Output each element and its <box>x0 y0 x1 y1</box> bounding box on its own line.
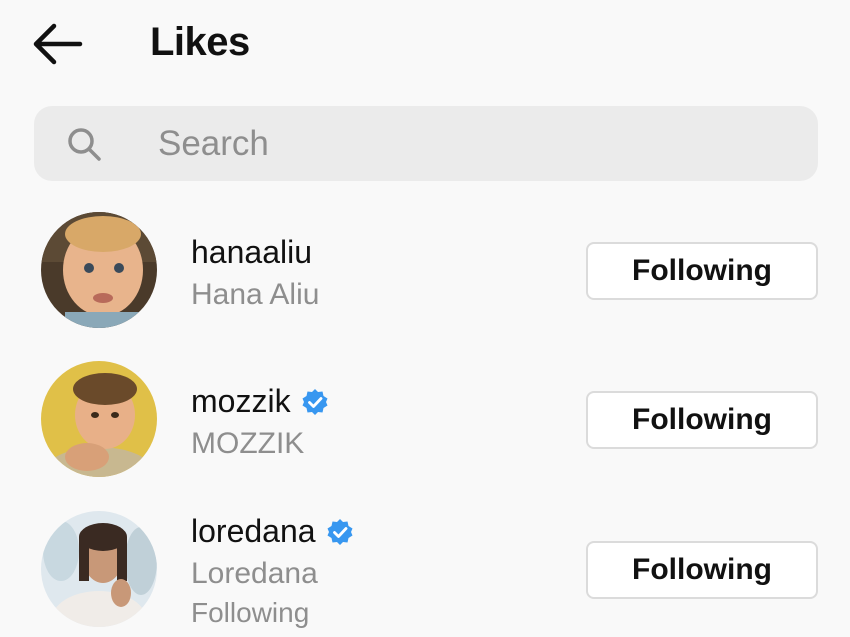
username[interactable]: loredana <box>191 513 354 550</box>
avatar-image <box>41 361 157 477</box>
search-icon <box>68 128 101 161</box>
full-name: Hana Aliu <box>191 278 320 311</box>
username-text[interactable]: hanaaliu <box>191 234 312 271</box>
username-text[interactable]: loredana <box>191 513 316 550</box>
username[interactable]: hanaaliu <box>191 234 312 271</box>
full-name: MOZZIK <box>191 427 305 460</box>
list-item[interactable]: mozzik MOZZIK Following <box>0 345 850 495</box>
full-name: Loredana <box>191 557 318 590</box>
search-bar[interactable] <box>34 106 818 181</box>
username[interactable]: mozzik <box>191 383 329 420</box>
following-button[interactable]: Following <box>586 391 818 449</box>
verified-badge-icon <box>327 518 353 545</box>
following-button[interactable]: Following <box>586 541 818 599</box>
page-title: Likes <box>150 20 250 64</box>
avatar[interactable] <box>41 361 157 477</box>
header: Likes <box>0 0 850 95</box>
likes-screen: Likes hanaaliu Hana Aliu Following <box>0 0 850 637</box>
mutual-following-label: Following <box>191 597 310 628</box>
verified-badge-icon <box>302 388 328 415</box>
search-input[interactable] <box>158 106 778 181</box>
back-button[interactable] <box>30 22 84 66</box>
arrow-left-icon <box>33 23 83 65</box>
following-button[interactable]: Following <box>586 242 818 300</box>
avatar-image <box>41 212 157 328</box>
list-item[interactable]: loredana Loredana Following Following <box>0 495 850 637</box>
avatar-image <box>41 511 157 627</box>
avatar[interactable] <box>41 212 157 328</box>
avatar[interactable] <box>41 511 157 627</box>
username-text[interactable]: mozzik <box>191 383 291 420</box>
list-item[interactable]: hanaaliu Hana Aliu Following <box>0 196 850 346</box>
